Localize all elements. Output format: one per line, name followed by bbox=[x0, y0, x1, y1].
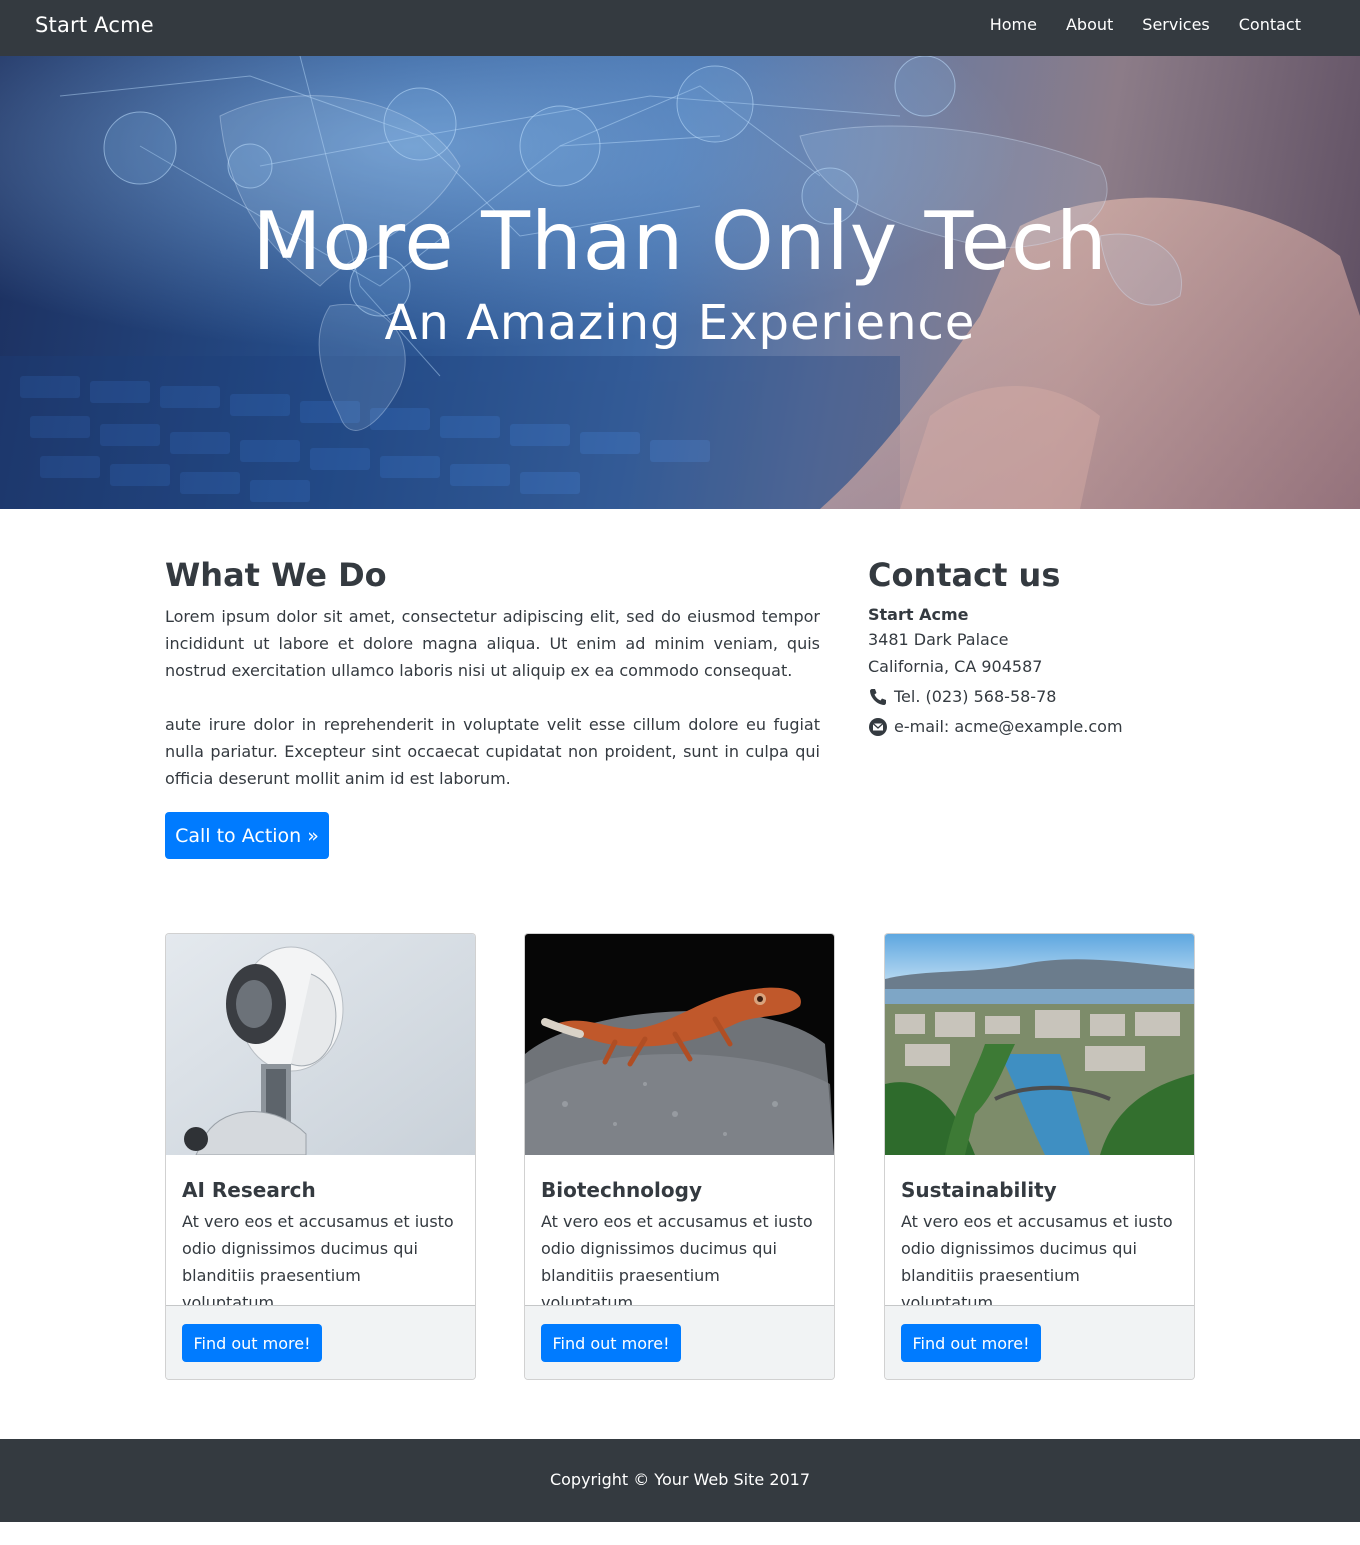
contact-address-line-1: 3481 Dark Palace bbox=[868, 630, 1009, 650]
find-out-more-button[interactable]: Find out more! bbox=[182, 1324, 322, 1362]
what-we-do-paragraph-2: aute irure dolor in reprehenderit in vol… bbox=[165, 715, 820, 789]
contact-phone-row: Tel. (023) 568-58-78 bbox=[868, 682, 1198, 712]
nav-link-contact[interactable]: Contact bbox=[1239, 15, 1301, 34]
nav-link-home[interactable]: Home bbox=[990, 15, 1037, 34]
card-image-robot bbox=[166, 934, 475, 1155]
contact-company: Start Acme bbox=[868, 605, 969, 625]
card-text: At vero eos et accusamus et iusto odio d… bbox=[182, 1212, 454, 1312]
card-footer: Find out more! bbox=[166, 1305, 475, 1379]
nav-link-services[interactable]: Services bbox=[1142, 15, 1209, 34]
card-footer: Find out more! bbox=[525, 1305, 834, 1379]
footer-copyright: Copyright © Your Web Site 2017 bbox=[549, 1470, 811, 1489]
card-text: At vero eos et accusamus et iusto odio d… bbox=[541, 1212, 813, 1312]
contact-email: e-mail: acme@example.com bbox=[894, 717, 1123, 737]
hero-banner: More Than Only Tech An Amazing Experienc… bbox=[0, 56, 1360, 509]
card-sustainability: Sustainability At vero eos et accusamus … bbox=[884, 933, 1195, 1380]
call-to-action-button[interactable]: Call to Action » bbox=[165, 812, 329, 859]
card-body: Sustainability At vero eos et accusamus … bbox=[901, 1178, 1181, 1316]
card-title: Biotechnology bbox=[541, 1178, 702, 1202]
contact-section: Contact us Start Acme 3481 Dark Palace C… bbox=[868, 556, 1198, 742]
hero-title: More Than Only Tech bbox=[252, 195, 1108, 288]
contact-email-row: e-mail: acme@example.com bbox=[868, 712, 1198, 742]
nav-link-about[interactable]: About bbox=[1066, 15, 1113, 34]
card-ai-research: AI Research At vero eos et accusamus et … bbox=[165, 933, 476, 1380]
footer: Copyright © Your Web Site 2017 bbox=[0, 1439, 1360, 1522]
what-we-do-section: What We Do Lorem ipsum dolor sit amet, c… bbox=[165, 556, 820, 792]
what-we-do-heading: What We Do bbox=[165, 556, 387, 594]
phone-icon bbox=[870, 689, 886, 706]
find-out-more-button[interactable]: Find out more! bbox=[901, 1324, 1041, 1362]
navbar-brand[interactable]: Start Acme bbox=[35, 13, 154, 37]
card-biotechnology: Biotechnology At vero eos et accusamus e… bbox=[524, 933, 835, 1380]
card-image-gecko bbox=[525, 934, 834, 1155]
contact-phone: Tel. (023) 568-58-78 bbox=[894, 687, 1057, 707]
envelope-icon bbox=[869, 718, 887, 737]
nav-links: Home About Services Contact bbox=[961, 15, 1301, 34]
contact-address-line-2: California, CA 904587 bbox=[868, 657, 1043, 677]
hero-subtitle: An Amazing Experience bbox=[384, 295, 976, 351]
card-body: AI Research At vero eos et accusamus et … bbox=[182, 1178, 462, 1316]
what-we-do-paragraph-1: Lorem ipsum dolor sit amet, consectetur … bbox=[165, 607, 820, 681]
card-body: Biotechnology At vero eos et accusamus e… bbox=[541, 1178, 821, 1316]
find-out-more-button[interactable]: Find out more! bbox=[541, 1324, 681, 1362]
navbar: Start Acme Home About Services Contact bbox=[0, 0, 1360, 56]
card-image-city-river bbox=[885, 934, 1194, 1155]
card-footer: Find out more! bbox=[885, 1305, 1194, 1379]
card-text: At vero eos et accusamus et iusto odio d… bbox=[901, 1212, 1173, 1312]
card-title: AI Research bbox=[182, 1178, 316, 1202]
contact-heading: Contact us bbox=[868, 556, 1061, 594]
card-title: Sustainability bbox=[901, 1178, 1057, 1202]
